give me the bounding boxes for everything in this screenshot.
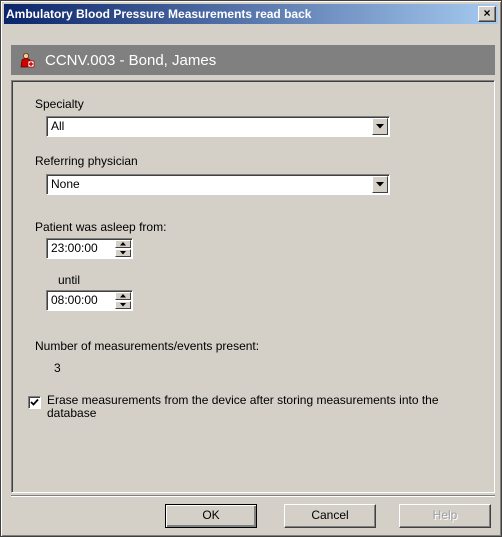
referring-physician-dropdown-button[interactable]: [372, 176, 388, 193]
measurements-count-value: 3: [54, 361, 61, 375]
asleep-from-decrement-button[interactable]: [115, 249, 131, 257]
chevron-down-icon: [376, 182, 384, 187]
dialog-window: Ambulatory Blood Pressure Measurements r…: [0, 0, 502, 537]
window-title: Ambulatory Blood Pressure Measurements r…: [6, 7, 312, 21]
asleep-until-time-input[interactable]: 08:00:00: [46, 290, 133, 311]
arrow-down-icon: [120, 303, 126, 307]
referring-physician-label: Referring physician: [35, 154, 138, 168]
help-button-label: Help: [432, 508, 458, 522]
patient-header: CCNV.003 - Bond, James: [11, 45, 495, 75]
asleep-from-value: 23:00:00: [51, 241, 98, 255]
asleep-until-decrement-button[interactable]: [115, 301, 131, 309]
until-label: until: [58, 273, 81, 287]
patient-name: CCNV.003 - Bond, James: [45, 52, 217, 69]
arrow-up-icon: [120, 294, 126, 298]
asleep-from-label: Patient was asleep from:: [35, 220, 167, 234]
ok-button-label: OK: [202, 508, 220, 522]
specialty-dropdown[interactable]: All: [46, 116, 390, 137]
close-button[interactable]: ×: [478, 6, 496, 22]
erase-measurements-checkbox[interactable]: [28, 396, 41, 409]
asleep-until-spinner: [115, 292, 131, 309]
checkmark-icon: [30, 398, 39, 406]
measurements-count-label: Number of measurements/events present:: [35, 339, 260, 353]
title-bar[interactable]: Ambulatory Blood Pressure Measurements r…: [4, 4, 498, 24]
help-button: Help: [399, 504, 491, 528]
patient-icon: [19, 52, 35, 68]
asleep-from-increment-button[interactable]: [115, 240, 131, 248]
close-icon: ×: [483, 6, 491, 20]
specialty-value: All: [51, 119, 65, 133]
asleep-until-increment-button[interactable]: [115, 292, 131, 300]
arrow-down-icon: [120, 251, 126, 255]
cancel-button[interactable]: Cancel: [284, 504, 376, 528]
specialty-label: Specialty: [35, 97, 84, 111]
asleep-until-value: 08:00:00: [51, 293, 98, 307]
chevron-down-icon: [376, 124, 384, 129]
asleep-from-spinner: [115, 240, 131, 257]
button-separator: [11, 495, 495, 497]
cancel-button-label: Cancel: [311, 508, 349, 522]
arrow-up-icon: [120, 242, 126, 246]
erase-measurements-label[interactable]: Erase measurements from the device after…: [47, 394, 487, 420]
referring-physician-dropdown[interactable]: None: [46, 174, 390, 195]
referring-physician-value: None: [51, 177, 80, 191]
ok-button[interactable]: OK: [165, 504, 257, 528]
specialty-dropdown-button[interactable]: [372, 118, 388, 135]
asleep-from-time-input[interactable]: 23:00:00: [46, 238, 133, 259]
form-panel: [11, 80, 495, 493]
